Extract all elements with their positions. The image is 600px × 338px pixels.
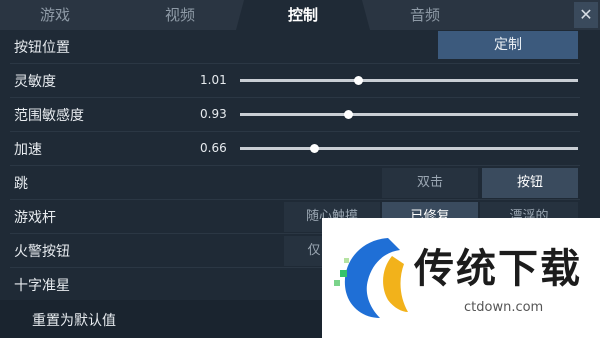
row-button-position: 按钮位置 定制 <box>10 30 580 64</box>
jump-option-button[interactable]: 按钮 <box>482 168 578 198</box>
jump-label: 跳 <box>14 176 28 192</box>
row-jump: 跳 双击 按钮 <box>10 166 580 200</box>
scope-sensitivity-knob[interactable] <box>344 110 354 119</box>
jump-option-double-tap[interactable]: 双击 <box>382 168 478 198</box>
joystick-label: 游戏杆 <box>14 210 56 226</box>
scope-sensitivity-label: 范围敏感度 <box>14 108 84 124</box>
button-position-label: 按钮位置 <box>14 40 70 56</box>
row-scope-sensitivity: 范围敏感度 0.93 <box>10 98 580 132</box>
watermark: 传统下载 ctdown.com <box>322 218 600 338</box>
watermark-url: ctdown.com <box>464 300 544 315</box>
tab-game[interactable]: 游戏 <box>0 0 110 30</box>
close-button[interactable]: ✕ <box>574 2 598 28</box>
sensitivity-label: 灵敏度 <box>14 74 56 90</box>
tab-control[interactable]: 控制 <box>236 0 370 30</box>
reset-defaults-button[interactable]: 重置为默认值 <box>32 310 116 330</box>
tab-audio[interactable]: 音频 <box>370 0 480 30</box>
acceleration-slider[interactable] <box>240 144 578 153</box>
sensitivity-slider[interactable] <box>240 76 578 85</box>
fire-button-label: 火警按钮 <box>14 244 70 260</box>
tab-video[interactable]: 视频 <box>120 0 240 30</box>
watermark-title: 传统下载 <box>414 246 582 292</box>
customize-button[interactable]: 定制 <box>438 31 578 59</box>
sensitivity-knob[interactable] <box>354 76 364 85</box>
crosshair-label: 十字准星 <box>14 278 70 294</box>
acceleration-label: 加速 <box>14 142 42 158</box>
row-acceleration: 加速 0.66 <box>10 132 580 166</box>
watermark-logo-icon <box>334 238 408 318</box>
scope-sensitivity-slider[interactable] <box>240 110 578 119</box>
sensitivity-value: 1.01 <box>200 73 227 87</box>
acceleration-value: 0.66 <box>200 141 227 155</box>
tab-bar: 游戏 视频 控制 音频 ✕ <box>0 0 600 30</box>
scope-sensitivity-value: 0.93 <box>200 107 227 121</box>
acceleration-knob[interactable] <box>310 144 320 153</box>
row-sensitivity: 灵敏度 1.01 <box>10 64 580 98</box>
